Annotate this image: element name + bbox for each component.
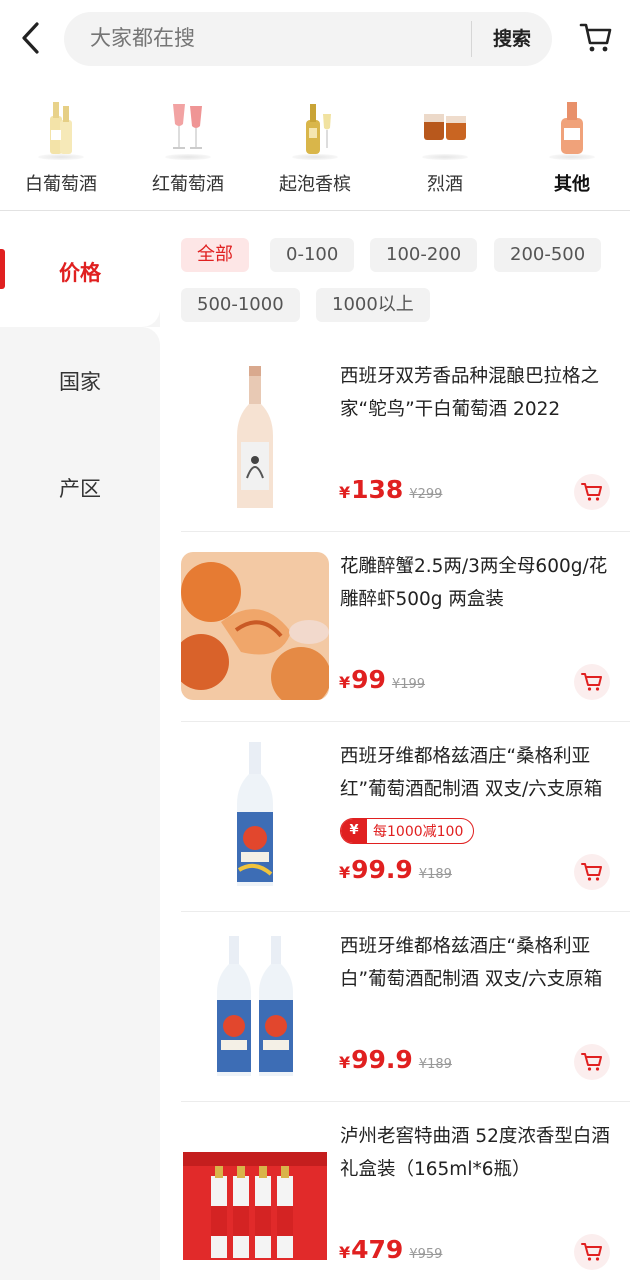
product-price: ¥99.9 ¥189 (339, 1045, 452, 1074)
product-image (181, 740, 329, 888)
sidebar-item-price[interactable]: 价格 (0, 257, 160, 287)
add-to-cart-button[interactable] (574, 664, 610, 700)
drunken-shrimp-photo (181, 552, 329, 700)
category-shadow (165, 154, 211, 160)
product-price: ¥99 ¥199 (339, 665, 425, 694)
product-image (181, 1120, 329, 1268)
other-bottle-icon (561, 102, 583, 154)
cart-icon (581, 863, 602, 881)
category-shadow (422, 154, 468, 160)
cart-icon (581, 1053, 602, 1071)
currency-symbol: ¥ (339, 863, 351, 882)
currency-symbol: ¥ (339, 673, 351, 692)
original-price: ¥299 (409, 487, 443, 502)
cart-icon (581, 673, 602, 691)
category-row: 白葡萄酒 红葡萄酒 起泡香槟 烈酒 其他 (0, 90, 630, 200)
back-arrow-icon (22, 22, 39, 54)
filter-chip-500-1000[interactable]: 500-1000 (181, 288, 300, 322)
baijiu-gift-box-icon (183, 1152, 327, 1260)
search-button[interactable]: 搜索 (472, 12, 552, 66)
product-item[interactable]: 西班牙双芳香品种混酿巴拉格之家“鸵鸟”干白葡萄酒 2022 ¥138 ¥299 (181, 342, 630, 532)
product-price: ¥138 ¥299 (339, 475, 442, 504)
price-value: 138 (351, 475, 404, 504)
product-title: 西班牙维都格兹酒庄“桑格利亚红”葡萄酒配制酒 双支/六支原箱 (340, 746, 603, 800)
filter-chip-200-500[interactable]: 200-500 (494, 238, 602, 272)
category-label: 其他 (554, 174, 590, 195)
wine-bottle-icon (237, 366, 273, 508)
product-title: 西班牙维都格兹酒庄“桑格利亚白”葡萄酒配制酒 双支/六支原箱 (340, 936, 603, 990)
currency-symbol: ¥ (339, 483, 351, 502)
category-shadow (38, 154, 84, 160)
product-item[interactable]: 泸州老窖特曲酒 52度浓香型白酒 礼盒装（165ml*6瓶） ¥479 ¥959 (181, 1102, 630, 1280)
product-price: ¥99.9 ¥189 (339, 855, 452, 884)
filter-chip-1000-plus[interactable]: 1000以上 (316, 288, 430, 322)
category-shadow (292, 154, 338, 160)
red-wine-glass-icon (173, 104, 202, 149)
add-to-cart-button[interactable] (574, 474, 610, 510)
original-price: ¥189 (418, 867, 452, 882)
original-price: ¥189 (418, 1057, 452, 1072)
sidebar-item-country[interactable]: 国家 (0, 366, 160, 396)
add-to-cart-button[interactable] (574, 1234, 610, 1270)
currency-symbol: ¥ (339, 1243, 351, 1262)
product-title: 泸州老窖特曲酒 52度浓香型白酒 礼盒装（165ml*6瓶） (340, 1126, 610, 1180)
search-input[interactable] (90, 12, 460, 66)
original-price: ¥959 (409, 1247, 443, 1262)
filter-chip-100-200[interactable]: 100-200 (370, 238, 478, 272)
cart-icon (581, 1243, 602, 1261)
product-title: 西班牙双芳香品种混酿巴拉格之家“鸵鸟”干白葡萄酒 2022 (340, 366, 600, 420)
category-label: 红葡萄酒 (152, 174, 224, 195)
category-label: 烈酒 (427, 174, 463, 195)
back-button[interactable] (12, 18, 48, 58)
category-sparkling[interactable]: 起泡香槟 (260, 90, 370, 200)
product-image (181, 360, 329, 508)
price-value: 479 (351, 1235, 404, 1264)
search-bar: 搜索 (64, 12, 552, 66)
top-bar: 搜索 (0, 0, 630, 80)
product-image (181, 552, 329, 700)
filter-chip-0-100[interactable]: 0-100 (270, 238, 355, 272)
category-label: 起泡香槟 (279, 174, 351, 195)
add-to-cart-button[interactable] (574, 854, 610, 890)
category-white-wine[interactable]: 白葡萄酒 (6, 90, 116, 200)
filter-sidebar: 价格 国家 产区 (0, 211, 160, 1280)
sangria-bottle-icon (237, 742, 273, 886)
product-image (181, 930, 329, 1078)
product-item[interactable]: 西班牙维都格兹酒庄“桑格利亚白”葡萄酒配制酒 双支/六支原箱 ¥99.9 ¥189 (181, 912, 630, 1102)
price-value: 99.9 (351, 1045, 413, 1074)
sangria-two-bottles-icon (217, 936, 293, 1076)
sidebar-item-region[interactable]: 产区 (0, 473, 160, 503)
add-to-cart-button[interactable] (574, 1044, 610, 1080)
category-label: 白葡萄酒 (25, 174, 97, 195)
product-item[interactable]: 西班牙维都格兹酒庄“桑格利亚红”葡萄酒配制酒 双支/六支原箱 ¥ 每1000减1… (181, 722, 630, 912)
sidebar-corner (0, 327, 160, 345)
spirits-glass-icon (424, 114, 466, 140)
category-other[interactable]: 其他 (517, 90, 627, 200)
currency-symbol: ¥ (339, 1053, 351, 1072)
product-item[interactable]: 花雕醉蟹2.5两/3两全母600g/花雕醉虾500g 两盒装 ¥99 ¥199 (181, 532, 630, 722)
category-red-wine[interactable]: 红葡萄酒 (133, 90, 243, 200)
price-value: 99.9 (351, 855, 413, 884)
coupon-yen-icon: ¥ (341, 819, 367, 843)
product-title: 花雕醉蟹2.5两/3两全母600g/花雕醉虾500g 两盒装 (340, 556, 608, 610)
coupon-text: 每1000减100 (373, 824, 464, 840)
category-shadow (549, 154, 595, 160)
original-price: ¥199 (391, 677, 426, 692)
price-value: 99 (351, 665, 386, 694)
product-price: ¥479 ¥959 (339, 1235, 442, 1264)
cart-icon (579, 23, 612, 52)
filter-chip-all[interactable]: 全部 (181, 238, 249, 272)
cart-button[interactable] (576, 18, 616, 58)
white-wine-bottle-icon (50, 102, 72, 154)
coupon-badge: ¥ 每1000减100 (340, 818, 475, 844)
champagne-icon (306, 104, 331, 154)
category-spirits[interactable]: 烈酒 (390, 90, 500, 200)
cart-icon (581, 483, 602, 501)
